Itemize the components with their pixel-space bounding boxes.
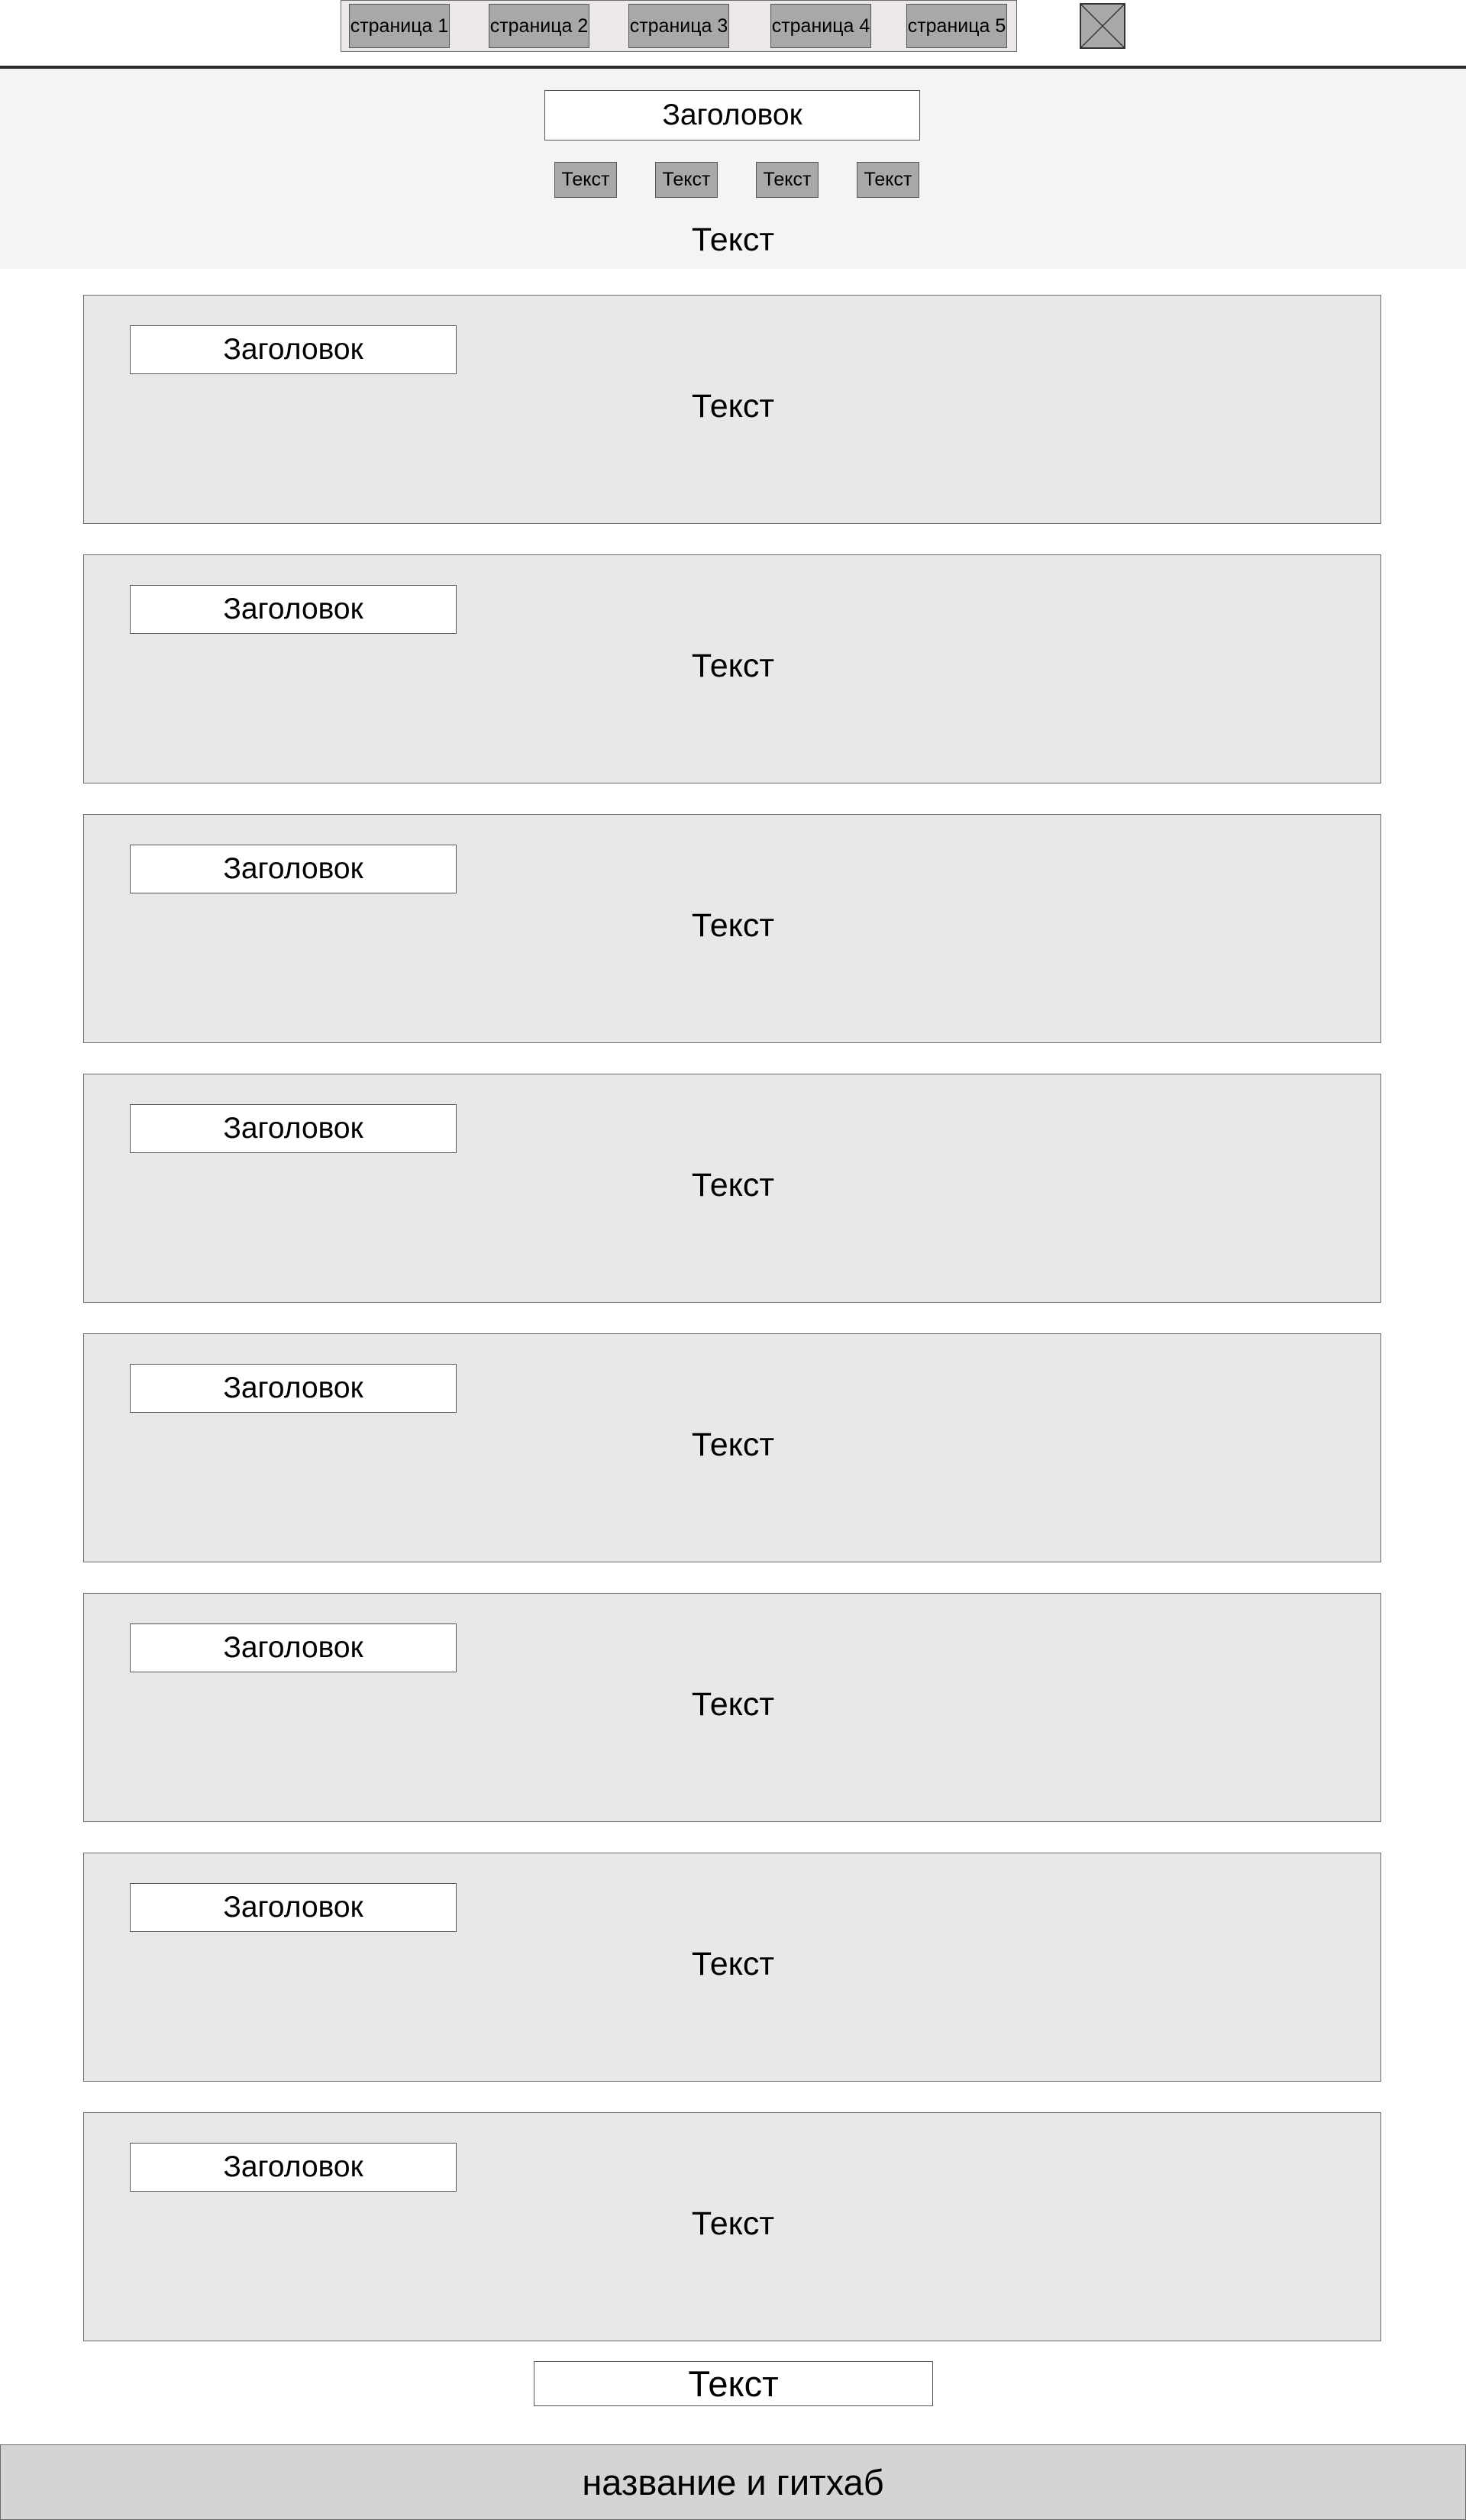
content-card-1: Заголовок Текст — [83, 295, 1381, 524]
card-text: Текст — [691, 1685, 775, 1723]
card-title: Заголовок — [130, 325, 457, 374]
bottom-text-box: Текст — [534, 2361, 933, 2406]
card-title: Заголовок — [130, 1364, 457, 1413]
card-text: Текст — [691, 387, 775, 425]
card-title: Заголовок — [130, 1104, 457, 1153]
hero-button-1[interactable]: Текст — [554, 162, 617, 198]
nav-page-4-button[interactable]: страница 4 — [770, 4, 871, 48]
card-text: Текст — [691, 1426, 775, 1463]
card-title: Заголовок — [130, 1623, 457, 1672]
footer: название и гитхаб — [0, 2444, 1466, 2520]
card-title: Заголовок — [130, 585, 457, 634]
content-card-6: Заголовок Текст — [83, 1593, 1381, 1822]
content-card-7: Заголовок Текст — [83, 1853, 1381, 2082]
card-text: Текст — [691, 1945, 775, 1982]
content-card-2: Заголовок Текст — [83, 554, 1381, 783]
hero-button-2[interactable]: Текст — [655, 162, 718, 198]
content-card-3: Заголовок Текст — [83, 814, 1381, 1043]
hero-title: Заголовок — [544, 90, 920, 141]
card-title: Заголовок — [130, 2143, 457, 2192]
card-text: Текст — [691, 2205, 775, 2242]
hero-button-4[interactable]: Текст — [857, 162, 919, 198]
hero-button-3[interactable]: Текст — [756, 162, 819, 198]
card-title: Заголовок — [130, 845, 457, 893]
card-text: Текст — [691, 647, 775, 684]
content-card-8: Заголовок Текст — [83, 2112, 1381, 2341]
image-placeholder-icon[interactable] — [1080, 3, 1125, 49]
content-card-4: Заголовок Текст — [83, 1074, 1381, 1303]
nav-page-1-button[interactable]: страница 1 — [349, 4, 450, 48]
card-text: Текст — [691, 1166, 775, 1203]
nav-page-5-button[interactable]: страница 5 — [906, 4, 1007, 48]
card-title: Заголовок — [130, 1883, 457, 1932]
hero-text: Текст — [691, 221, 775, 258]
content-card-5: Заголовок Текст — [83, 1333, 1381, 1562]
card-text: Текст — [691, 906, 775, 944]
nav-page-3-button[interactable]: страница 3 — [628, 4, 729, 48]
nav-page-2-button[interactable]: страница 2 — [489, 4, 589, 48]
